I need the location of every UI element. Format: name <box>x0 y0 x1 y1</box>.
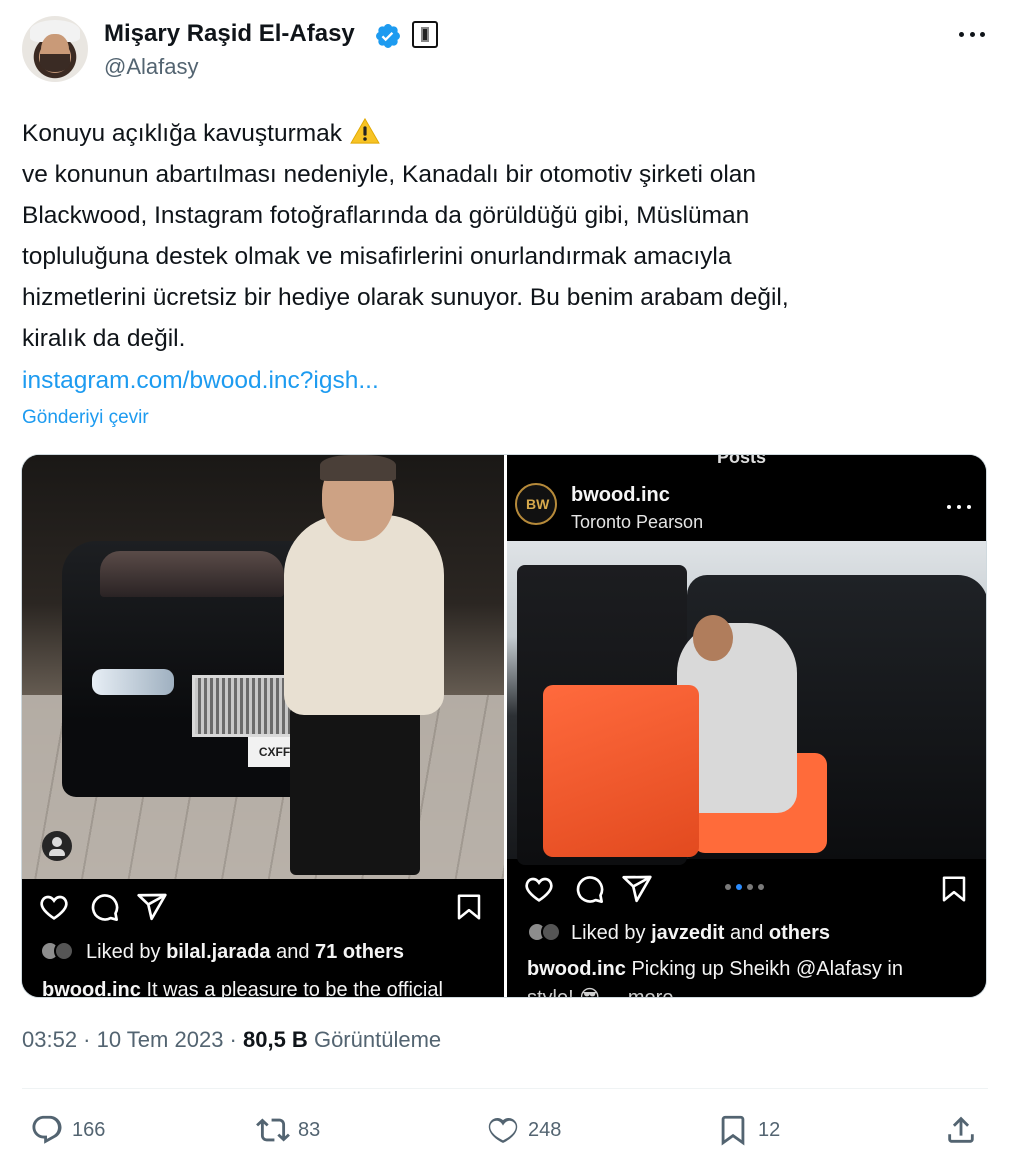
reply-count: 166 <box>72 1118 106 1141</box>
media-image-1[interactable]: CXFF•8 Liked by bilal.jarada and 71 othe… <box>22 455 504 998</box>
like-count: 248 <box>528 1118 562 1141</box>
divider <box>22 1088 988 1089</box>
bookmark-icon <box>721 1115 745 1146</box>
ig-caption-left: bwood.inc It was a pleasure to be the of… <box>42 979 443 998</box>
author-avatar[interactable] <box>22 16 88 82</box>
ig-caption-right: bwood.inc Picking up Sheikh @Alafasy in <box>527 958 903 980</box>
tweet-text-line: ve konunun abartılması nedeniyle, Kanada… <box>22 161 757 188</box>
ig-actions-right <box>507 873 986 913</box>
more-options-icon[interactable] <box>956 20 988 48</box>
repost-icon <box>256 1118 290 1142</box>
repost-button[interactable]: 83 <box>256 1112 320 1148</box>
reply-icon <box>32 1115 62 1144</box>
share-icon <box>622 875 652 903</box>
tagged-user-icon <box>42 831 72 861</box>
like-button[interactable]: 248 <box>486 1112 561 1148</box>
carousel-dots <box>725 884 764 890</box>
share-button[interactable] <box>944 1112 978 1148</box>
save-icon <box>942 876 966 902</box>
verified-badge-icon[interactable] <box>374 22 402 50</box>
ig-account-name: bwood.inc <box>571 484 670 506</box>
author-name[interactable]: Mişary Raşid El-Afasy <box>104 20 355 48</box>
ig-caption-more: style! 😎 ... more <box>527 987 674 998</box>
tweet-text-line: kiralık da değil. <box>22 325 186 352</box>
ig-posts-title: Posts <box>717 455 767 467</box>
tweet-date[interactable]: 10 Tem 2023 <box>97 1027 224 1052</box>
translate-post-link[interactable]: Gönderiyi çevir <box>22 407 149 429</box>
media-image-2[interactable]: Posts BW bwood.inc Toronto Pearson Liked… <box>507 455 986 998</box>
comment-icon <box>91 894 119 921</box>
heart-icon <box>525 877 553 902</box>
ig-likes-left: Liked by bilal.jarada and 71 others <box>86 941 404 963</box>
bwood-avatar: BW <box>515 483 557 525</box>
repost-count: 83 <box>298 1118 321 1141</box>
tweet-text-line: Konuyu açıklığa kavuşturmak <box>22 113 982 154</box>
comment-icon <box>576 876 604 903</box>
ig-location: Toronto Pearson <box>571 512 704 532</box>
warning-icon <box>350 117 380 144</box>
heart-icon <box>488 1117 518 1143</box>
ig-likes-right: Liked by javzedit and others <box>571 922 831 944</box>
ig-more-icon <box>947 505 971 509</box>
bookmark-button[interactable]: 12 <box>716 1112 780 1148</box>
ig-actions-left <box>22 891 504 931</box>
views-label: Görüntüleme <box>313 1027 442 1052</box>
tweet-text-line: Blackwood, Instagram fotoğraflarında da … <box>22 202 750 229</box>
tweet-time[interactable]: 03:52 <box>22 1027 77 1052</box>
reply-button[interactable]: 166 <box>30 1112 105 1148</box>
heart-icon <box>40 895 68 920</box>
author-handle[interactable]: @Alafasy <box>104 54 198 80</box>
media-grid: CXFF•8 Liked by bilal.jarada and 71 othe… <box>21 454 987 998</box>
bookmark-count: 12 <box>758 1118 781 1141</box>
tweet-text-line: hizmetlerini ücretsiz bir hediye olarak … <box>22 284 789 311</box>
tweet-meta: 03:52 · 10 Tem 2023 · 80,5 B Görüntüleme <box>22 1027 442 1052</box>
view-count: 80,5 B <box>243 1027 308 1052</box>
instagram-link[interactable]: instagram.com/bwood.inc?igsh... <box>22 360 379 401</box>
liker-avatars <box>527 922 563 942</box>
share-icon <box>948 1116 974 1143</box>
liker-avatars <box>40 941 76 961</box>
save-icon <box>457 894 481 920</box>
share-icon <box>137 893 167 921</box>
building-badge-icon[interactable] <box>412 21 438 48</box>
tweet-text-line: topluluğuna destek olmak ve misafirlerin… <box>22 243 732 270</box>
